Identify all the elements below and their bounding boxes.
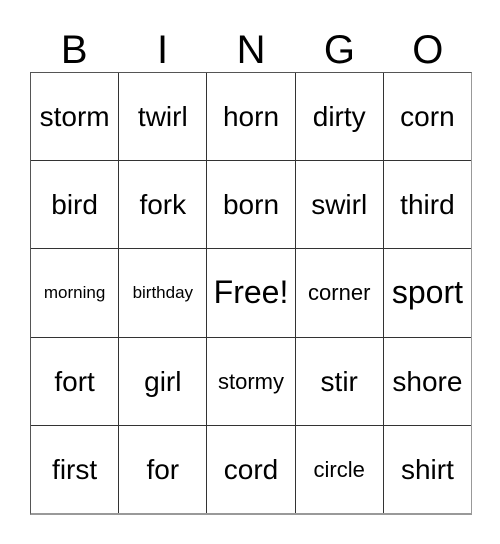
bingo-row: morning birthday Free! corner sport xyxy=(31,248,472,337)
bingo-row: fort girl stormy stir shore xyxy=(31,336,472,425)
bingo-cell[interactable]: corner xyxy=(294,249,383,337)
bingo-cell[interactable]: sport xyxy=(382,249,472,337)
bingo-row: storm twirl horn dirty corn xyxy=(31,73,472,161)
bingo-cell-label: sport xyxy=(391,274,463,311)
bingo-cell-label: for xyxy=(146,453,180,485)
bingo-cell-label: born xyxy=(222,189,280,221)
header-letter-b: B xyxy=(60,28,88,72)
bingo-cell[interactable]: stormy xyxy=(206,337,295,425)
bingo-cell[interactable]: horn xyxy=(206,73,295,161)
bingo-cell-label: shirt xyxy=(400,453,454,485)
bingo-cell[interactable]: third xyxy=(382,161,472,249)
bingo-cell-label: dirty xyxy=(312,100,366,132)
header-letter-g: G xyxy=(323,28,355,72)
bingo-cell[interactable]: shirt xyxy=(382,425,472,514)
bingo-cell[interactable]: first xyxy=(31,425,119,514)
bingo-free-label: Free! xyxy=(213,274,289,311)
bingo-cell-label: stormy xyxy=(218,368,284,394)
bingo-cell-label: circle xyxy=(313,456,365,482)
bingo-cell-label: girl xyxy=(144,365,182,397)
bingo-cell-label: third xyxy=(400,189,455,221)
bingo-cell-label: stir xyxy=(320,365,358,397)
bingo-header-row: B I N G O xyxy=(30,18,472,72)
bingo-cell-label: twirl xyxy=(137,100,188,132)
bingo-cell-label: first xyxy=(52,453,98,485)
bingo-cell[interactable]: fork xyxy=(118,161,207,249)
bingo-cell[interactable]: for xyxy=(118,425,207,514)
bingo-cell-label: cord xyxy=(223,453,279,485)
bingo-row: bird fork born swirl third xyxy=(31,160,472,249)
bingo-cell-label: birthday xyxy=(132,283,194,303)
bingo-cell[interactable]: fort xyxy=(31,337,119,425)
bingo-cell[interactable]: storm xyxy=(31,73,119,161)
bingo-cell[interactable]: birthday xyxy=(118,249,207,337)
bingo-cell[interactable]: stir xyxy=(294,337,383,425)
bingo-cell[interactable]: born xyxy=(206,161,295,249)
bingo-cell[interactable]: dirty xyxy=(294,73,383,161)
header-letter-i: I xyxy=(157,28,169,72)
bingo-cell[interactable]: bird xyxy=(31,161,119,249)
bingo-row: first for cord circle shirt xyxy=(31,424,472,514)
bingo-cell-label: bird xyxy=(51,189,98,221)
bingo-cell-label: fort xyxy=(54,365,95,397)
bingo-cell-label: morning xyxy=(43,283,106,303)
bingo-cell[interactable]: morning xyxy=(31,249,119,337)
bingo-cell[interactable]: girl xyxy=(118,337,207,425)
bingo-cell-label: shore xyxy=(392,365,463,397)
bingo-card: B I N G O storm twirl horn dirty corn bi… xyxy=(30,18,472,515)
header-letter-n: N xyxy=(236,28,266,72)
bingo-cell-label: corn xyxy=(400,100,455,132)
bingo-cell[interactable]: shore xyxy=(382,337,472,425)
bingo-cell-label: corner xyxy=(308,280,371,306)
bingo-grid: storm twirl horn dirty corn bird fork bo… xyxy=(30,72,472,515)
bingo-free-cell[interactable]: Free! xyxy=(206,249,295,337)
bingo-cell[interactable]: corn xyxy=(382,73,472,161)
bingo-cell[interactable]: swirl xyxy=(294,161,383,249)
bingo-cell[interactable]: cord xyxy=(206,425,295,514)
bingo-cell[interactable]: twirl xyxy=(118,73,207,161)
bingo-cell[interactable]: circle xyxy=(294,425,383,514)
bingo-cell-label: fork xyxy=(139,189,187,221)
bingo-cell-label: horn xyxy=(222,100,280,132)
bingo-cell-label: storm xyxy=(39,100,110,132)
header-letter-o: O xyxy=(412,28,444,72)
bingo-cell-label: swirl xyxy=(311,189,368,221)
